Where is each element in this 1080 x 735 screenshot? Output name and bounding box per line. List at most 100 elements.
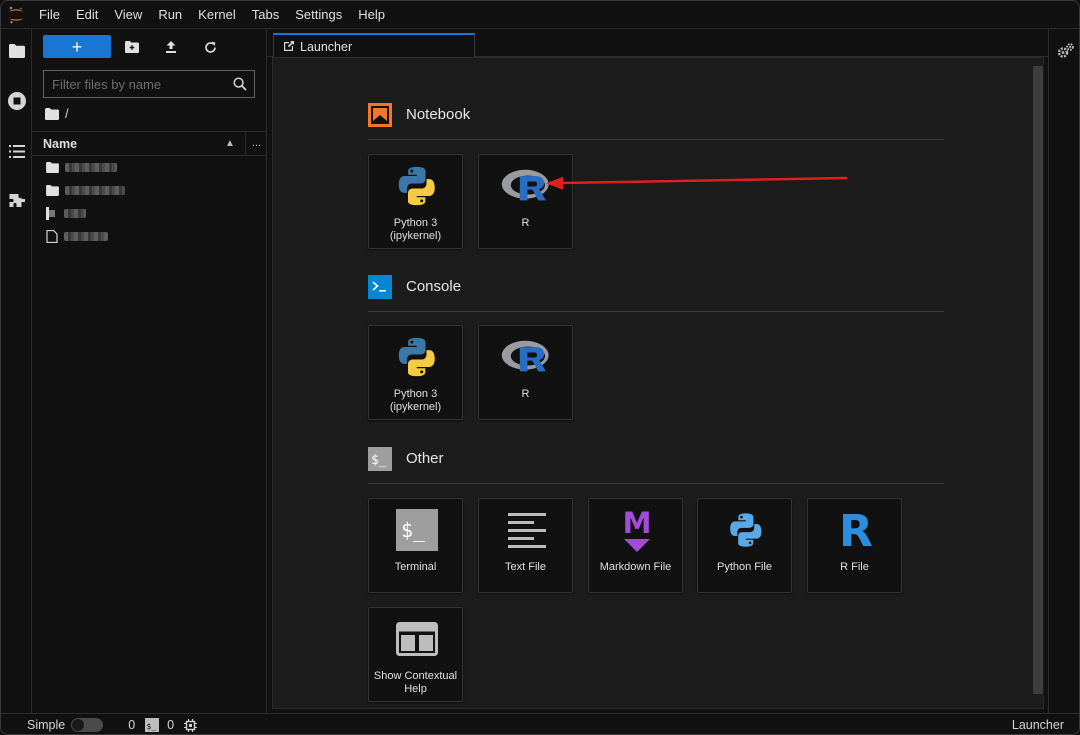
folder-icon [46, 184, 59, 196]
file-row[interactable] [46, 202, 86, 224]
card-label: Text File [505, 561, 546, 573]
python-logo-icon [394, 163, 440, 209]
r-file-icon: R [839, 509, 873, 551]
terminals-count[interactable]: 0 [128, 718, 135, 732]
svg-text:$_: $_ [401, 518, 426, 542]
file-name-redacted [64, 231, 108, 241]
console-r-card[interactable]: R [478, 325, 573, 420]
card-label: Python 3 (ipykernel) [389, 217, 442, 242]
menu-bar: File Edit View Run Kernel Tabs Settings … [1, 1, 1079, 29]
status-bar: Simple 0 $_ 0 Launcher [1, 713, 1079, 734]
filter-files-field [43, 70, 255, 98]
menu-edit[interactable]: Edit [68, 1, 106, 29]
card-label: Python File [716, 561, 773, 573]
terminal-card[interactable]: $_ Terminal [368, 498, 463, 593]
r-logo-icon [500, 335, 554, 379]
menu-file[interactable]: File [31, 1, 68, 29]
file-browser-tab[interactable] [1, 29, 32, 73]
card-label: R [521, 388, 530, 400]
svg-text:$_: $_ [371, 453, 387, 468]
launcher-panel: Notebook Python 3 (ipykernel) R Console … [272, 57, 1044, 709]
scrollbar-thumb[interactable] [1033, 66, 1043, 694]
svg-text:R: R [839, 509, 873, 551]
jupyterlab-window: File Edit View Run Kernel Tabs Settings … [0, 0, 1080, 735]
python-file-icon [729, 513, 761, 547]
menu-run[interactable]: Run [150, 1, 190, 29]
python-logo-icon [394, 334, 440, 380]
new-launcher-button[interactable]: + [43, 35, 111, 58]
text-file-card[interactable]: Text File [478, 498, 573, 593]
notebook-python3-card[interactable]: Python 3 (ipykernel) [368, 154, 463, 249]
launcher-tab-icon [284, 41, 294, 51]
list-icon [8, 144, 25, 158]
name-column-header[interactable]: Name [32, 137, 215, 151]
new-folder-icon[interactable] [122, 37, 142, 57]
tab-launcher-label: Launcher [300, 39, 353, 54]
menu-kernel[interactable]: Kernel [190, 1, 244, 29]
text-file-icon [507, 513, 546, 548]
card-label: Markdown File [599, 561, 672, 573]
file-name-redacted [65, 162, 117, 172]
simple-mode-label: Simple [27, 718, 66, 732]
sort-caret-up-icon[interactable]: ▲ [215, 138, 245, 149]
puzzle-piece-icon [9, 193, 25, 207]
terminal-icon: $_ [395, 509, 438, 551]
folder-icon[interactable] [45, 107, 59, 120]
upload-icon[interactable] [161, 37, 181, 57]
file-row[interactable] [46, 179, 125, 201]
running-sessions-tab[interactable] [1, 79, 32, 123]
breadcrumb-root[interactable]: / [65, 106, 69, 121]
markdown-icon: M [622, 507, 651, 552]
text-file-icon [46, 229, 58, 243]
property-inspector-tab[interactable] [1050, 29, 1079, 73]
terminal-status-icon[interactable]: $_ [145, 718, 160, 732]
notebook-r-card[interactable]: R [478, 154, 573, 249]
menu-settings[interactable]: Settings [287, 1, 350, 29]
console-icon [368, 275, 392, 299]
file-name-redacted [65, 185, 125, 195]
folder-icon [8, 44, 25, 58]
refresh-icon[interactable] [200, 37, 220, 57]
filter-files-input[interactable] [44, 71, 233, 97]
kernels-count[interactable]: 0 [167, 718, 174, 732]
markdown-file-card[interactable]: M Markdown File [588, 498, 683, 593]
card-label: R [521, 217, 530, 229]
file-row[interactable] [46, 156, 117, 178]
more-columns-button[interactable]: ... [245, 132, 267, 155]
other-section-header: $_ Other [368, 447, 944, 484]
terminal-section-icon: $_ [368, 447, 392, 471]
menu-help[interactable]: Help [350, 1, 393, 29]
contextual-help-card[interactable]: Show Contextual Help [368, 607, 463, 702]
console-python3-card[interactable]: Python 3 (ipykernel) [368, 325, 463, 420]
file-browser-panel: + / Name ▲ ... [32, 29, 267, 713]
card-label: Terminal [394, 561, 437, 573]
extension-manager-tab[interactable] [1, 178, 32, 222]
launcher-scrollbar[interactable] [1030, 64, 1044, 696]
file-name-redacted [64, 208, 86, 218]
svg-text:M: M [622, 507, 651, 540]
table-of-contents-tab[interactable] [1, 129, 32, 173]
other-section-title: Other [406, 450, 444, 467]
contextual-help-icon [395, 622, 438, 656]
kernel-cpu-icon[interactable] [184, 718, 198, 732]
right-activity-bar [1048, 29, 1079, 713]
file-listing-header: Name ▲ ... [32, 131, 267, 156]
menu-tabs[interactable]: Tabs [244, 1, 287, 29]
status-current-activity: Launcher [1011, 718, 1064, 732]
tab-launcher[interactable]: Launcher [273, 33, 475, 58]
main-tab-strip: Launcher [267, 29, 1048, 58]
notebook-section-title: Notebook [406, 106, 471, 123]
card-label: Python 3 (ipykernel) [389, 388, 442, 413]
breadcrumb: / [45, 106, 69, 121]
card-label: Show Contextual Help [373, 670, 458, 695]
python-file-card[interactable]: Python File [697, 498, 792, 593]
file-row[interactable] [46, 225, 108, 247]
r-logo-icon [500, 164, 554, 208]
simple-mode-toggle[interactable] [71, 718, 104, 732]
file-browser-toolbar: + [32, 35, 267, 59]
menu-view[interactable]: View [106, 1, 150, 29]
left-activity-bar [1, 29, 32, 713]
svg-text:$_: $_ [147, 722, 157, 731]
r-file-card[interactable]: R R File [807, 498, 902, 593]
jupyter-logo-icon[interactable] [1, 1, 31, 29]
